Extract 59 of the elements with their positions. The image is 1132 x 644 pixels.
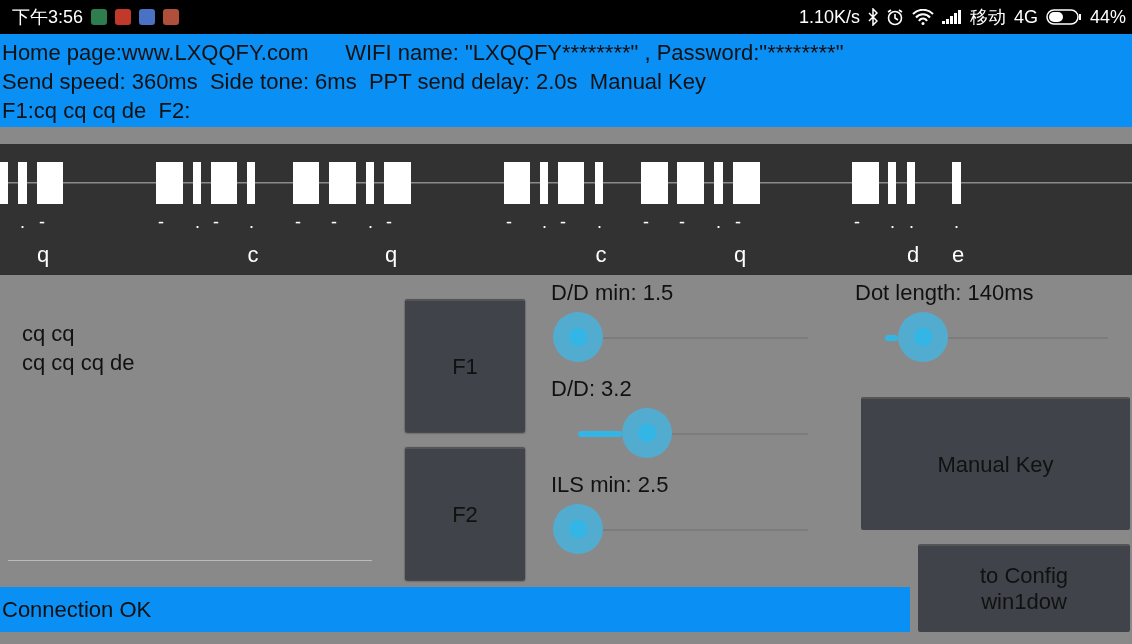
morse-symbol: - — [39, 212, 45, 232]
morse-symbol: . — [597, 212, 602, 232]
decoded-letter: e — [951, 242, 965, 268]
macro-button[interactable]: F1 — [405, 299, 525, 432]
slider-thumb[interactable] — [897, 312, 948, 362]
morse-symbol: . — [909, 212, 914, 232]
morse-symbol: - — [158, 212, 164, 232]
connection-status: Connection OK — [0, 587, 910, 632]
slider-label: D/D: 3.2 — [551, 375, 633, 403]
decoded-letter: q — [733, 242, 747, 268]
decoded-letter: q — [36, 242, 50, 268]
decoded-letter: d — [906, 242, 920, 268]
slider-label: Dot length: 140ms — [855, 279, 1035, 307]
morse-symbol: . — [542, 212, 547, 232]
morse-symbol: . — [954, 212, 959, 232]
macro-button[interactable]: F2 — [405, 447, 525, 580]
status-time: 下午3:56 — [12, 6, 84, 29]
wifi-icon — [911, 9, 934, 25]
morse-symbol: - — [735, 212, 741, 232]
decoded-letter: c — [595, 242, 607, 268]
slider-label: ILS min: 2.5 — [551, 471, 670, 499]
slider-fill — [578, 431, 622, 437]
info-line: Send speed: 360ms Side tone: 6ms PPT send delay: 2.0s Manual Key — [2, 68, 707, 96]
morse-symbol: - — [386, 212, 392, 232]
morse-symbol: . — [368, 212, 373, 232]
signal-icon — [941, 10, 962, 24]
morse-symbol: - — [506, 212, 512, 232]
alarm-icon — [885, 8, 904, 26]
info-line: F1:cq cq cq de F2: — [2, 97, 192, 125]
slider-thumb[interactable] — [622, 408, 672, 458]
slider-thumb[interactable] — [553, 504, 603, 554]
app-icon — [115, 9, 132, 25]
morse-symbol: - — [213, 212, 219, 232]
morse-symbol: . — [195, 212, 200, 232]
config-button[interactable]: to Config win1dow — [918, 544, 1130, 632]
network-speed: 1.10K/s — [798, 6, 860, 28]
morse-symbol: - — [295, 212, 301, 232]
decoded-letter: q — [384, 242, 398, 268]
message-text-field[interactable]: cq cq cq cq cq de — [8, 299, 372, 561]
manual-key-button[interactable]: Manual Key — [861, 397, 1130, 530]
slider-label: D/D min: 1.5 — [551, 279, 675, 307]
battery-icon — [1045, 9, 1082, 25]
morse-symbol: - — [643, 212, 649, 232]
slider-fill — [885, 335, 898, 341]
morse-symbol: - — [331, 212, 337, 232]
morse-symbol: - — [560, 212, 566, 232]
battery-percent: 44% — [1089, 6, 1126, 28]
morse-symbol: . — [716, 212, 721, 232]
morse-symbol: . — [20, 212, 25, 232]
morse-symbol: - — [854, 212, 860, 232]
decoded-letter: c — [247, 242, 259, 268]
bluetooth-icon — [867, 8, 878, 26]
info-line: Home page:www.LXQQFY.com WIFI name: "LXQQFY********" , Password:"********" — [2, 39, 845, 67]
network-type: 4G — [1013, 6, 1038, 28]
morse-symbol: - — [679, 212, 685, 232]
morse-symbol: . — [890, 212, 895, 232]
slider-thumb[interactable] — [553, 312, 603, 362]
carrier-name: 移动 — [969, 6, 1006, 29]
morse-symbol: . — [249, 212, 254, 232]
